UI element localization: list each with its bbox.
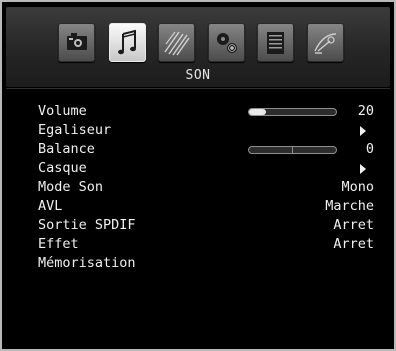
menu-row-balance[interactable]: Balance 0 — [38, 141, 374, 160]
submenu-arrow-icon — [360, 126, 366, 136]
sortie-spdif-value: Arret — [333, 217, 374, 233]
tab-install[interactable] — [307, 23, 344, 62]
mode-son-value: Mono — [341, 179, 374, 195]
menu-row-label: Balance — [38, 141, 95, 157]
settings-stripes-icon — [164, 31, 190, 56]
menu-row-sortie-spdif[interactable]: Sortie SPDIF Arret — [38, 217, 374, 236]
balance-value: 0 — [365, 141, 374, 157]
menu-row-label: Volume — [38, 103, 87, 119]
tab-features[interactable] — [257, 23, 294, 62]
balance-center-marker — [292, 146, 293, 154]
menu-row-label: AVL — [38, 198, 63, 214]
balance-slider[interactable] — [248, 146, 337, 154]
tab-setup[interactable] — [208, 23, 245, 62]
tab-picture[interactable] — [58, 23, 95, 62]
menu-header: SON — [6, 7, 390, 87]
volume-value: 20 — [357, 103, 374, 119]
menu-row-label: Mémorisation — [38, 255, 136, 271]
menu-row-volume[interactable]: Volume 20 — [38, 103, 374, 122]
satellite-icon — [314, 33, 337, 54]
document-icon — [267, 32, 284, 54]
menu-title: SON — [185, 68, 211, 83]
gears-icon — [217, 33, 237, 53]
avl-value: Marche — [325, 198, 374, 214]
volume-slider[interactable] — [248, 108, 337, 116]
menu-row-avl[interactable]: AVL Marche — [38, 198, 374, 217]
tab-sound[interactable] — [109, 23, 146, 62]
tab-settings[interactable] — [158, 23, 195, 62]
menu-row-memorisation[interactable]: Mémorisation — [38, 255, 374, 274]
menu-row-label: Casque — [38, 160, 87, 176]
menu-row-label: Mode Son — [38, 179, 104, 195]
picture-icon — [67, 33, 87, 50]
menu-row-egaliseur[interactable]: Egaliseur — [38, 122, 374, 141]
menu-row-mode-son[interactable]: Mode Son Mono — [38, 179, 374, 198]
divider — [6, 88, 390, 89]
menu-row-label: Effet — [38, 236, 79, 252]
volume-slider-fill — [249, 109, 267, 115]
submenu-arrow-icon — [360, 164, 366, 174]
menu-row-label: Egaliseur — [38, 122, 112, 138]
effet-value: Arret — [333, 236, 374, 252]
menu-row-label: Sortie SPDIF — [38, 217, 136, 233]
music-note-icon — [118, 29, 136, 55]
menu-row-casque[interactable]: Casque — [38, 160, 374, 179]
osd-frame: SON Volume 20 Egaliseur Balance 0 Casque… — [0, 0, 396, 351]
menu-row-effet[interactable]: Effet Arret — [38, 236, 374, 255]
